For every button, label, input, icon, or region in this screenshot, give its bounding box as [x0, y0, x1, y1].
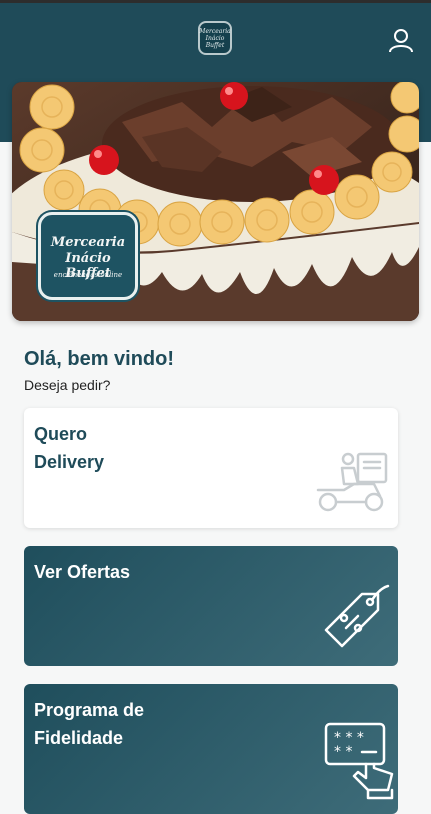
loyalty-card[interactable]: Programa de Fidelidade * * * * *	[24, 684, 398, 814]
loyalty-card-icon: * * * * *	[324, 722, 394, 800]
hero-logo-badge: Mercearia Inácio Buffet encomendas onlin…	[38, 212, 138, 300]
discount-tag-icon	[324, 584, 390, 648]
loyalty-card-label: Programa de Fidelidade	[34, 700, 145, 748]
hero-banner: Mercearia Inácio Buffet encomendas onlin…	[12, 82, 419, 321]
user-icon	[389, 29, 413, 53]
header-logo-line2: Inácio Buffet	[205, 34, 225, 49]
offers-card-label: Ver Ofertas	[34, 562, 131, 582]
svg-text:* *: * *	[334, 744, 352, 760]
user-profile-button[interactable]	[388, 27, 414, 53]
delivery-card[interactable]: Quero Delivery	[24, 408, 398, 528]
welcome-title: Olá, bem vindo!	[24, 348, 175, 370]
delivery-card-label: Quero Delivery	[34, 424, 105, 472]
offers-card[interactable]: Ver Ofertas	[24, 546, 398, 666]
hero-logo-tagline: encomendas online	[53, 271, 123, 279]
hero-logo-line1: Mercearia	[50, 235, 126, 250]
header-logo-line1: Mercearia	[199, 27, 231, 35]
delivery-scooter-icon	[316, 452, 388, 512]
welcome-subtitle: Deseja pedir?	[24, 377, 111, 393]
header-logo[interactable]: Mercearia Inácio Buffet	[198, 21, 232, 55]
